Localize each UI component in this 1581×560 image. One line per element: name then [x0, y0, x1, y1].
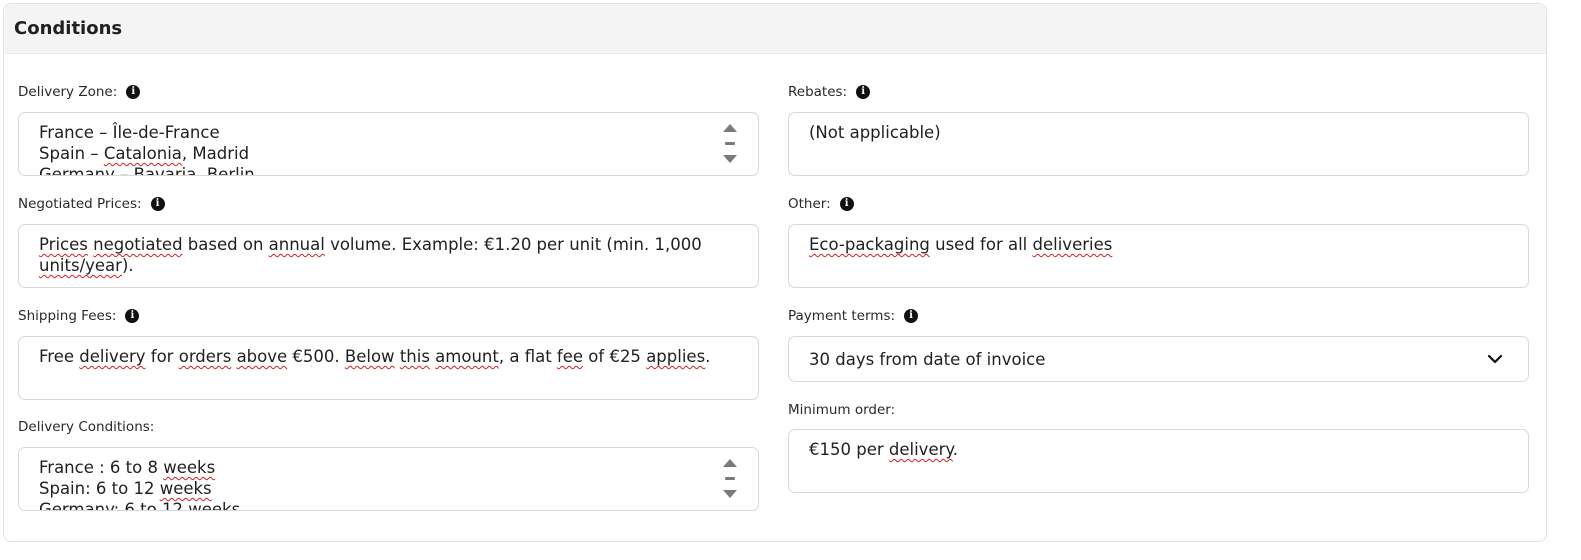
- chevron-down-icon: [1487, 354, 1503, 364]
- shipping-fees-textarea[interactable]: Free delivery for orders above €500. Bel…: [18, 336, 759, 400]
- shipping-fees-value: Free delivery for orders above €500. Bel…: [39, 347, 711, 366]
- rebates-field: Rebates: i (Not applicable): [788, 84, 1529, 179]
- delivery-conditions-line-2: Spain: 6 to 12 weeks: [39, 479, 212, 498]
- card-header: Conditions: [4, 4, 1546, 54]
- negotiated-prices-value: Prices negotiated based on annual volume…: [39, 235, 702, 275]
- minimum-order-textarea[interactable]: €150 per delivery.: [788, 429, 1529, 493]
- delivery-conditions-textarea[interactable]: France : 6 to 8 weeks Spain: 6 to 12 wee…: [18, 447, 759, 511]
- info-icon[interactable]: i: [150, 197, 165, 211]
- payment-terms-label: Payment terms:: [788, 308, 896, 324]
- rebates-label: Rebates:: [788, 84, 848, 100]
- info-icon[interactable]: i: [904, 309, 919, 323]
- minimum-order-field: Minimum order: €150 per delivery.: [788, 402, 1529, 497]
- rebates-value: (Not applicable): [809, 123, 941, 142]
- negotiated-prices-field: Negotiated Prices: i Prices negotiated b…: [18, 196, 759, 291]
- negotiated-prices-label: Negotiated Prices:: [18, 196, 142, 212]
- info-icon[interactable]: i: [126, 85, 141, 99]
- negotiated-prices-textarea[interactable]: Prices negotiated based on annual volume…: [18, 224, 759, 288]
- other-label: Other:: [788, 196, 831, 212]
- delivery-conditions-line-1: France : 6 to 8 weeks: [39, 458, 216, 477]
- conditions-card: Conditions Delivery Zone: i France – Île…: [3, 3, 1547, 542]
- section-title: Conditions: [14, 18, 123, 39]
- delivery-conditions-label: Delivery Conditions:: [18, 419, 155, 435]
- other-field: Other: i Eco-packaging used for all deli…: [788, 196, 1529, 291]
- delivery-zone-line-1: France – Île-de-France: [39, 123, 220, 142]
- delivery-zone-field: Delivery Zone: i France – Île-de-France …: [18, 84, 759, 179]
- resize-handle-icon[interactable]: [723, 122, 737, 166]
- info-icon[interactable]: i: [839, 197, 854, 211]
- other-textarea[interactable]: Eco-packaging used for all deliveries: [788, 224, 1529, 288]
- payment-terms-selected: 30 days from date of invoice: [809, 349, 1046, 369]
- delivery-zone-textarea[interactable]: France – Île-de-France Spain – Catalonia…: [18, 112, 759, 176]
- shipping-fees-field: Shipping Fees: i Free delivery for order…: [18, 308, 759, 403]
- delivery-zone-line-2: Spain – Catalonia, Madrid: [39, 144, 250, 163]
- resize-handle-icon[interactable]: [723, 457, 737, 501]
- minimum-order-value: €150 per delivery.: [809, 440, 959, 459]
- payment-terms-select[interactable]: 30 days from date of invoice: [788, 336, 1529, 382]
- shipping-fees-label: Shipping Fees:: [18, 308, 117, 324]
- info-icon[interactable]: i: [856, 85, 871, 99]
- rebates-textarea[interactable]: (Not applicable): [788, 112, 1529, 176]
- delivery-conditions-field: Delivery Conditions: France : 6 to 8 wee…: [18, 419, 759, 514]
- info-icon[interactable]: i: [125, 309, 140, 323]
- payment-terms-field: Payment terms: i 30 days from date of in…: [788, 308, 1529, 388]
- minimum-order-label: Minimum order:: [788, 402, 896, 418]
- other-value: Eco-packaging used for all deliveries: [809, 235, 1113, 254]
- delivery-conditions-line-3: Germany: 6 to 12 weeks: [39, 500, 241, 511]
- delivery-zone-label: Delivery Zone:: [18, 84, 118, 100]
- delivery-zone-line-3: Germany – Bavaria, Berlin: [39, 165, 255, 176]
